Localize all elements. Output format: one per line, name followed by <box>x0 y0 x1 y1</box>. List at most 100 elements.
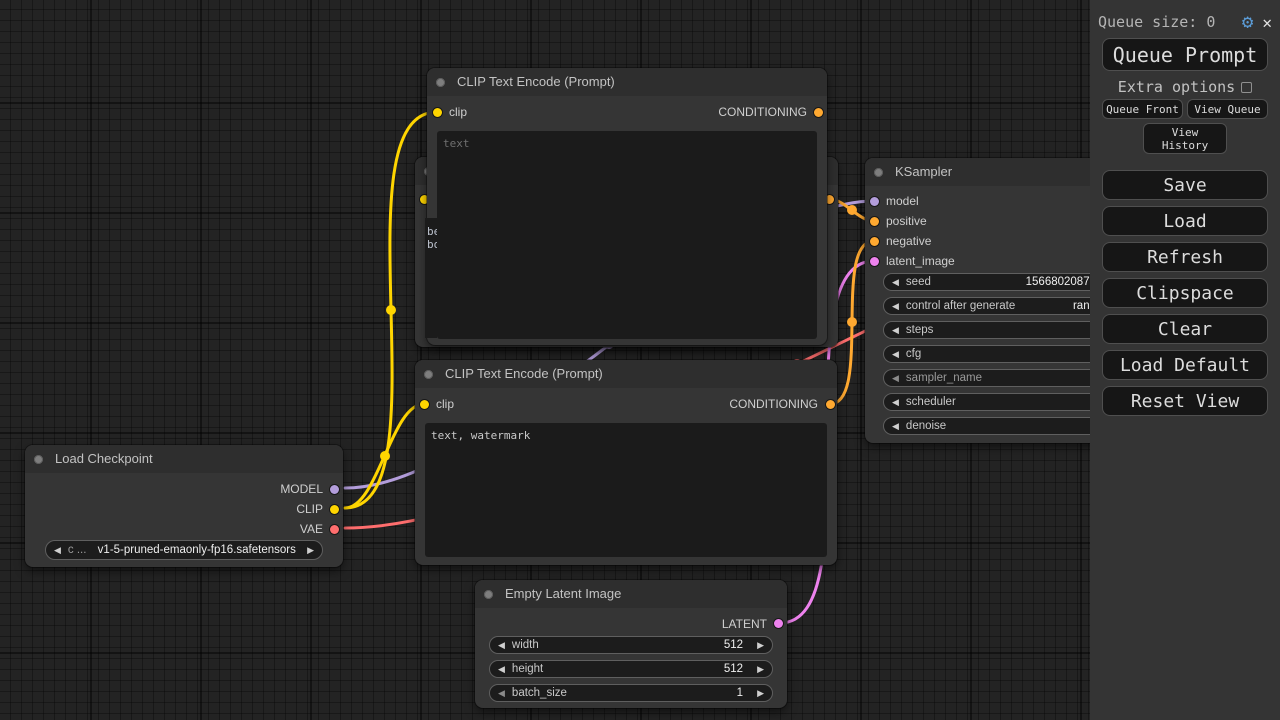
increment-arrow-icon[interactable]: ▶ <box>757 689 764 698</box>
clip-input-label: clip <box>449 106 467 118</box>
save-button[interactable]: Save <box>1102 170 1268 200</box>
refresh-button[interactable]: Refresh <box>1102 242 1268 272</box>
vae-output-slot[interactable] <box>330 525 339 534</box>
decrement-arrow-icon[interactable]: ◀ <box>498 665 505 674</box>
node-title-bar[interactable]: Load Checkpoint <box>25 445 343 473</box>
widget-value: rand <box>896 300 1090 312</box>
ckpt-name-widget[interactable]: ◀ c ... v1-5-pruned-emaonly-fp16.safeten… <box>45 540 323 560</box>
control-after-generate-widget[interactable]: ◀ control after generate rand <box>883 297 1090 315</box>
queue-size-label: Queue size: 0 <box>1098 13 1215 31</box>
model-input-label: model <box>886 195 919 207</box>
extra-options-checkbox[interactable] <box>1241 82 1252 93</box>
node-title-bar[interactable]: CLIP Text Encode (Prompt) <box>427 68 827 96</box>
settings-gear-icon[interactable]: ⚙ <box>1242 13 1253 32</box>
increment-arrow-icon[interactable]: ▶ <box>757 665 764 674</box>
node-clip-text-encode-front[interactable]: CLIP Text Encode (Prompt) clip CONDITION… <box>427 68 827 345</box>
widget-value: 1 <box>737 687 743 699</box>
node-load-checkpoint[interactable]: Load Checkpoint MODEL CLIP VAE ◀ c ... v… <box>25 445 343 567</box>
reset-view-button[interactable]: Reset View <box>1102 386 1268 416</box>
widget-label: c ... <box>68 544 87 556</box>
load-button[interactable]: Load <box>1102 206 1268 236</box>
node-clip-text-encode-negative[interactable]: CLIP Text Encode (Prompt) clip CONDITION… <box>415 360 837 565</box>
scheduler-widget[interactable]: ◀ scheduler <box>883 393 1090 411</box>
view-queue-button[interactable]: View Queue <box>1187 99 1268 119</box>
decrement-arrow-icon[interactable]: ◀ <box>498 689 505 698</box>
clipspace-button[interactable]: Clipspace <box>1102 278 1268 308</box>
clip-input-slot[interactable] <box>433 108 442 117</box>
latent-image-input-label: latent_image <box>886 255 955 267</box>
conditioning-output-slot[interactable] <box>814 108 823 117</box>
queue-prompt-button[interactable]: Queue Prompt <box>1102 38 1268 71</box>
hidden-prompt-text-sliver[interactable]: be bo <box>425 218 437 338</box>
queue-front-button[interactable]: Queue Front <box>1102 99 1183 119</box>
clip-input-label: clip <box>436 398 454 410</box>
extra-options-label: Extra options <box>1118 78 1235 96</box>
widget-label: steps <box>906 324 934 336</box>
negative-input-label: negative <box>886 235 931 247</box>
batch-size-widget[interactable]: ◀ batch_size 1 ▶ <box>489 684 773 702</box>
latent-output-slot[interactable] <box>774 619 783 628</box>
widget-value: 15668020871 <box>896 276 1090 288</box>
latent-output-label: LATENT <box>722 618 767 630</box>
node-title-bar[interactable]: Empty Latent Image <box>475 580 787 608</box>
widget-label: batch_size <box>512 687 567 699</box>
widget-label: height <box>512 663 543 675</box>
node-title: CLIP Text Encode (Prompt) <box>457 74 615 89</box>
width-widget[interactable]: ◀ width 512 ▶ <box>489 636 773 654</box>
next-option-arrow-icon[interactable]: ▶ <box>307 546 314 555</box>
steps-widget[interactable]: ◀ steps <box>883 321 1090 339</box>
collapse-dot-icon[interactable] <box>484 590 493 599</box>
node-title-bar[interactable]: KSampler <box>865 158 1090 186</box>
view-history-button[interactable]: View History <box>1143 123 1227 154</box>
node-title: CLIP Text Encode (Prompt) <box>445 366 603 381</box>
widget-label: width <box>512 639 539 651</box>
denoise-widget[interactable]: ◀ denoise <box>883 417 1090 435</box>
model-input-slot[interactable] <box>870 197 879 206</box>
widget-value: v1-5-pruned-emaonly-fp16.safetensors <box>86 544 307 556</box>
close-icon[interactable]: ✕ <box>1262 13 1272 32</box>
widget-label: scheduler <box>906 396 956 408</box>
vae-output-label: VAE <box>300 523 323 535</box>
decrement-arrow-icon[interactable]: ◀ <box>892 374 899 383</box>
decrement-arrow-icon[interactable]: ◀ <box>892 398 899 407</box>
decrement-arrow-icon[interactable]: ◀ <box>892 350 899 359</box>
decrement-arrow-icon[interactable]: ◀ <box>498 641 505 650</box>
collapse-dot-icon[interactable] <box>34 455 43 464</box>
clip-output-slot[interactable] <box>330 505 339 514</box>
collapse-dot-icon[interactable] <box>874 168 883 177</box>
node-title: KSampler <box>895 164 952 179</box>
decrement-arrow-icon[interactable]: ◀ <box>892 326 899 335</box>
load-default-button[interactable]: Load Default <box>1102 350 1268 380</box>
positive-input-label: positive <box>886 215 927 227</box>
decrement-arrow-icon[interactable]: ◀ <box>892 422 899 431</box>
negative-input-slot[interactable] <box>870 237 879 246</box>
sampler-name-widget[interactable]: ◀ sampler_name <box>883 369 1090 387</box>
cfg-widget[interactable]: ◀ cfg <box>883 345 1090 363</box>
widget-value: 512 <box>724 639 743 651</box>
collapse-dot-icon[interactable] <box>424 370 433 379</box>
node-title-bar[interactable]: CLIP Text Encode (Prompt) <box>415 360 837 388</box>
prev-option-arrow-icon[interactable]: ◀ <box>54 546 61 555</box>
model-output-label: MODEL <box>280 483 323 495</box>
widget-value: 512 <box>724 663 743 675</box>
widget-label: denoise <box>906 420 946 432</box>
link-dot-positive <box>847 205 857 215</box>
prompt-text-input[interactable]: text, watermark <box>425 423 827 557</box>
height-widget[interactable]: ◀ height 512 ▶ <box>489 660 773 678</box>
node-graph-canvas[interactable]: CLIP Text Encode (Prompt) clip CONDITION… <box>0 0 1090 720</box>
prompt-text-input[interactable] <box>437 131 817 339</box>
conditioning-output-slot[interactable] <box>826 400 835 409</box>
clear-button[interactable]: Clear <box>1102 314 1268 344</box>
widget-label: sampler_name <box>906 372 982 384</box>
node-empty-latent-image[interactable]: Empty Latent Image LATENT ◀ width 512 ▶ … <box>475 580 787 708</box>
positive-input-slot[interactable] <box>870 217 879 226</box>
conditioning-output-label: CONDITIONING <box>729 398 818 410</box>
model-output-slot[interactable] <box>330 485 339 494</box>
conditioning-output-label: CONDITIONING <box>718 106 807 118</box>
increment-arrow-icon[interactable]: ▶ <box>757 641 764 650</box>
seed-widget[interactable]: ◀ seed 15668020871 <box>883 273 1090 291</box>
node-ksampler[interactable]: KSampler model positive negative latent_… <box>865 158 1090 443</box>
clip-input-slot[interactable] <box>420 400 429 409</box>
latent-image-input-slot[interactable] <box>870 257 879 266</box>
collapse-dot-icon[interactable] <box>436 78 445 87</box>
